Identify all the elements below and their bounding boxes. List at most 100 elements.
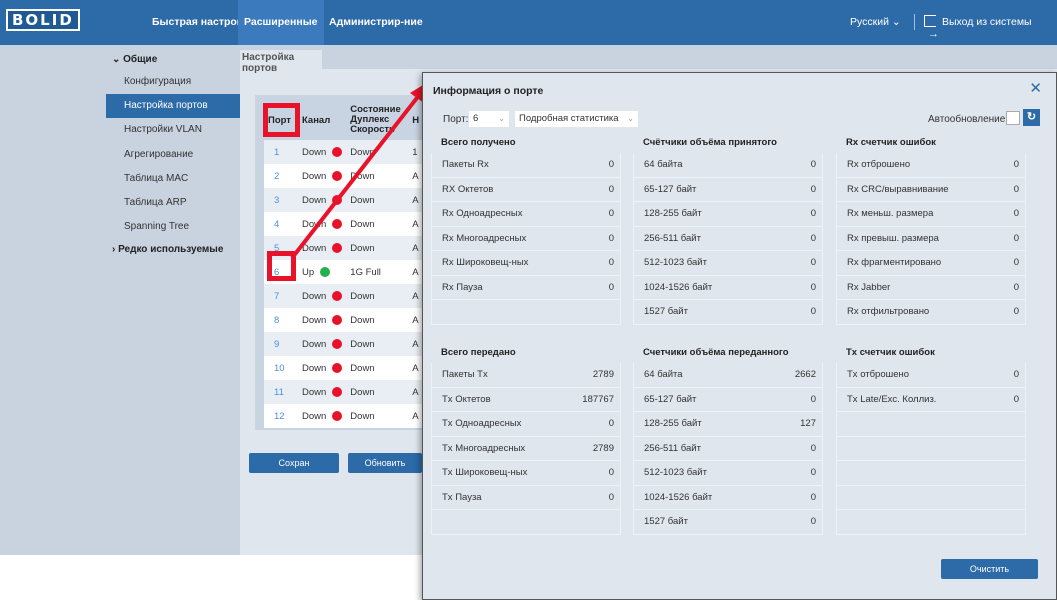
stat-value: 0 [810, 467, 816, 478]
stat-label: 256-511 байт [644, 232, 701, 244]
stat-label: 1024-1526 байт [644, 281, 713, 293]
stat-row: 128-255 байт 127 [633, 412, 823, 437]
stat-label: Rx Широковещ-ных [442, 257, 529, 268]
auto-refresh-label: Автообновление: [928, 114, 1009, 125]
stat-row: Rx меньш. размера 0 [836, 202, 1026, 227]
modal-title: Информация о порте [433, 85, 544, 97]
stat-value: 0 [1013, 257, 1019, 268]
stat-value: 0 [608, 467, 614, 478]
stat-row: 1527 байт 0 [633, 510, 823, 535]
chevron-down-icon: ⌄ [627, 114, 634, 123]
mode-select[interactable]: Подробная статистика ⌄ [515, 111, 638, 127]
stat-label: Tx Late/Exc. Коллиз. [847, 393, 937, 405]
stat-label: Tx Октетов [442, 393, 491, 405]
stat-row: Rx отброшено 0 [836, 153, 1026, 178]
stat-label: Rx отброшено [847, 159, 911, 170]
port-select[interactable]: 6 ⌄ [469, 111, 509, 127]
stat-row: 512-1023 байт 0 [633, 461, 823, 486]
stat-row: Пакеты Rx 0 [431, 153, 621, 178]
stat-value: 0 [810, 442, 816, 454]
stat-value: 0 [608, 418, 614, 429]
close-icon[interactable]: ✕ [1029, 79, 1042, 97]
stat-row: Rx CRC/выравнивание 0 [836, 177, 1026, 202]
stat-label: Rx отфильтровано [847, 306, 930, 317]
stat-value: 2789 [592, 369, 614, 380]
stat-row: Rx отфильтровано 0 [836, 300, 1026, 325]
stats-section: Всего передано Пакеты Tx 2789 Tx Октетов 187… [431, 343, 621, 535]
stat-value: 0 [608, 183, 614, 195]
stat-value: 0 [608, 257, 614, 268]
stat-row: Rx Одноадресных 0 [431, 202, 621, 227]
stat-row: Tx Многоадресных 2789 [431, 436, 621, 461]
stat-label: Rx меньш. размера [847, 208, 934, 219]
stat-row [836, 510, 1026, 535]
stat-label: 256-511 байт [644, 442, 701, 454]
stat-value: 0 [1013, 281, 1019, 293]
stat-row: Tx Одноадресных 0 [431, 412, 621, 437]
section-title: Всего получено [441, 137, 516, 148]
stat-row: Tx Широковещ-ных 0 [431, 461, 621, 486]
stat-label: Tx Многоадресных [442, 442, 526, 454]
stat-row: Rx превыш. размера 0 [836, 226, 1026, 251]
stat-value: 0 [1013, 208, 1019, 219]
stat-row: Tx Октетов 187767 [431, 387, 621, 412]
stat-label: Tx Пауза [442, 491, 482, 503]
stat-row: 64 байта 0 [633, 153, 823, 178]
stat-row [836, 485, 1026, 510]
stat-label: Rx Одноадресных [442, 208, 523, 219]
stats-section: Всего получено Пакеты Rx 0 RX Октетов 0 Rx Од… [431, 133, 621, 325]
stat-label: Rx фрагментировано [847, 257, 942, 268]
clear-button[interactable]: Очистить [941, 559, 1038, 579]
section-title: Счётчики объёма принятого [643, 137, 777, 148]
stat-row [431, 300, 621, 325]
stat-row: Tx Late/Exc. Коллиз. 0 [836, 387, 1026, 412]
stat-value: 0 [608, 491, 614, 503]
stats-section: Tx счетчик ошибок Tx отброшено 0 Tx Late/Ex… [836, 343, 1026, 535]
stat-label: 65-127 байт [644, 183, 697, 195]
stats-section: Счётчики объёма принятого 64 байта 0 65-127… [633, 133, 823, 325]
stat-value: 0 [810, 281, 816, 293]
stat-row: Rx фрагментировано 0 [836, 251, 1026, 276]
auto-refresh-checkbox[interactable] [1006, 111, 1020, 125]
stat-label: Rx превыш. размера [847, 232, 939, 244]
stat-value: 0 [608, 208, 614, 219]
refresh-icon[interactable]: ↻ [1023, 109, 1040, 126]
stat-label: Rx Многоадресных [442, 232, 527, 244]
mode-select-value: Подробная статистика [519, 113, 619, 124]
stat-value: 0 [1013, 393, 1019, 405]
stat-label: Пакеты Rx [442, 159, 489, 170]
stat-row: 512-1023 байт 0 [633, 251, 823, 276]
stats-section: Счетчики объёма переданного 64 байта 2662 6… [633, 343, 823, 535]
stat-row [836, 412, 1026, 437]
stat-row: Tx Пауза 0 [431, 485, 621, 510]
stat-row [431, 510, 621, 535]
stat-label: Rx Пауза [442, 281, 483, 293]
stat-row: 65-127 байт 0 [633, 387, 823, 412]
stat-label: 512-1023 байт [644, 257, 707, 268]
stat-value: 127 [800, 418, 816, 429]
stat-row: 1527 байт 0 [633, 300, 823, 325]
stat-label: Rx Jabber [847, 281, 891, 293]
stat-label: Tx Широковещ-ных [442, 467, 528, 478]
stat-value: 0 [810, 183, 816, 195]
stat-label: 512-1023 байт [644, 467, 707, 478]
stat-row: Tx отброшено 0 [836, 363, 1026, 388]
stat-label: Tx отброшено [847, 369, 910, 380]
stat-value: 0 [810, 491, 816, 503]
stat-row [836, 461, 1026, 486]
stat-label: 1527 байт [644, 306, 688, 317]
stat-row: RX Октетов 0 [431, 177, 621, 202]
section-title: Rx счетчик ошибок [846, 137, 936, 148]
stat-value: 0 [608, 159, 614, 170]
stat-label: 128-255 байт [644, 418, 702, 429]
stat-row: 256-511 байт 0 [633, 436, 823, 461]
port-info-modal: Информация о порте ✕ Порт: 6 ⌄ Подробная … [422, 72, 1057, 600]
stat-row: Rx Jabber 0 [836, 275, 1026, 300]
stat-label: RX Октетов [442, 183, 494, 195]
stat-value: 0 [608, 232, 614, 244]
stat-row: Rx Широковещ-ных 0 [431, 251, 621, 276]
stat-label: 1024-1526 байт [644, 491, 713, 503]
stat-row: 64 байта 2662 [633, 363, 823, 388]
stat-label: Rx CRC/выравнивание [847, 183, 949, 195]
stat-value: 0 [810, 306, 816, 317]
